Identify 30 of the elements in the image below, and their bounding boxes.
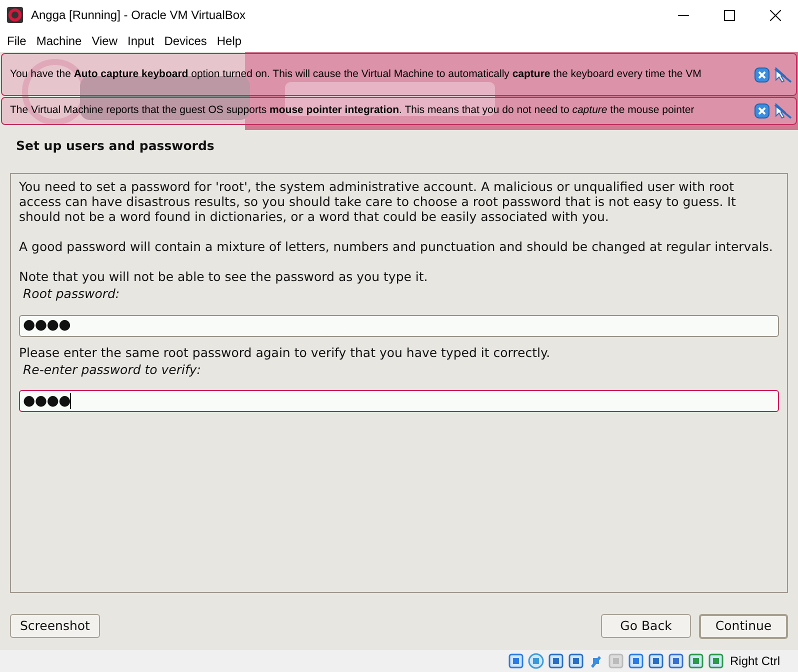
menu-item[interactable]: View (86, 32, 122, 50)
close-icon[interactable] (754, 103, 770, 119)
page-heading: Set up users and passwords (16, 137, 216, 155)
instruction-text: Note that you will not be able to see the password as you type it. (19, 268, 429, 284)
field-label: Root password: (23, 284, 121, 303)
screenshot-button[interactable]: Screenshot (10, 614, 100, 638)
field-label: Re-enter password to verify: (23, 360, 202, 379)
instruction-text: You need to set a password for 'root', the system administrative account. A malicious or unqualified user with root access can have disastrous results, so you should take care to choose a root password that is not easy to guess. It should not be a word found in dictionaries, or a word that could be easily associated with you. (19, 178, 737, 224)
pointer-off-icon[interactable] (774, 66, 792, 82)
menu-item[interactable]: Devices (159, 32, 212, 50)
menu-item[interactable]: Machine (31, 32, 87, 50)
instruction-text: Please enter the same root password again to verify that you have typed it correctly. (19, 344, 552, 360)
instruction-text: A good password will contain a mixture of letters, numbers and punctuation and should be changed at regular intervals. (19, 238, 774, 254)
password-field[interactable]: ●●●● (19, 390, 779, 412)
menu-item[interactable]: File (2, 32, 32, 50)
password-field[interactable]: ●●●● (19, 314, 779, 336)
window-title: Angga [Running] - Oracle VM VirtualBox (31, 7, 246, 24)
menu-item[interactable]: Help (212, 32, 247, 50)
menu-item[interactable]: Input (122, 32, 160, 50)
maximize-icon (724, 10, 734, 20)
continue-button[interactable]: Continue (699, 614, 788, 639)
go-back-button[interactable]: Go Back (601, 614, 691, 638)
pointer-off-icon[interactable] (774, 103, 792, 119)
app-icon (7, 7, 23, 23)
close-icon[interactable] (754, 66, 770, 82)
notification-text: You have the Auto capture keyboard option turned on. This will cause the Virtual Machine to automatically capture the keyboard every time the VM (10, 66, 702, 82)
text-caret (70, 393, 72, 410)
host-key-label: Right Ctrl (730, 653, 780, 670)
notification-text: The Virtual Machine reports that the guest OS supports mouse pointer integration. This means that you do not need to capture the mouse pointer (10, 103, 694, 118)
close-icon (770, 10, 780, 20)
